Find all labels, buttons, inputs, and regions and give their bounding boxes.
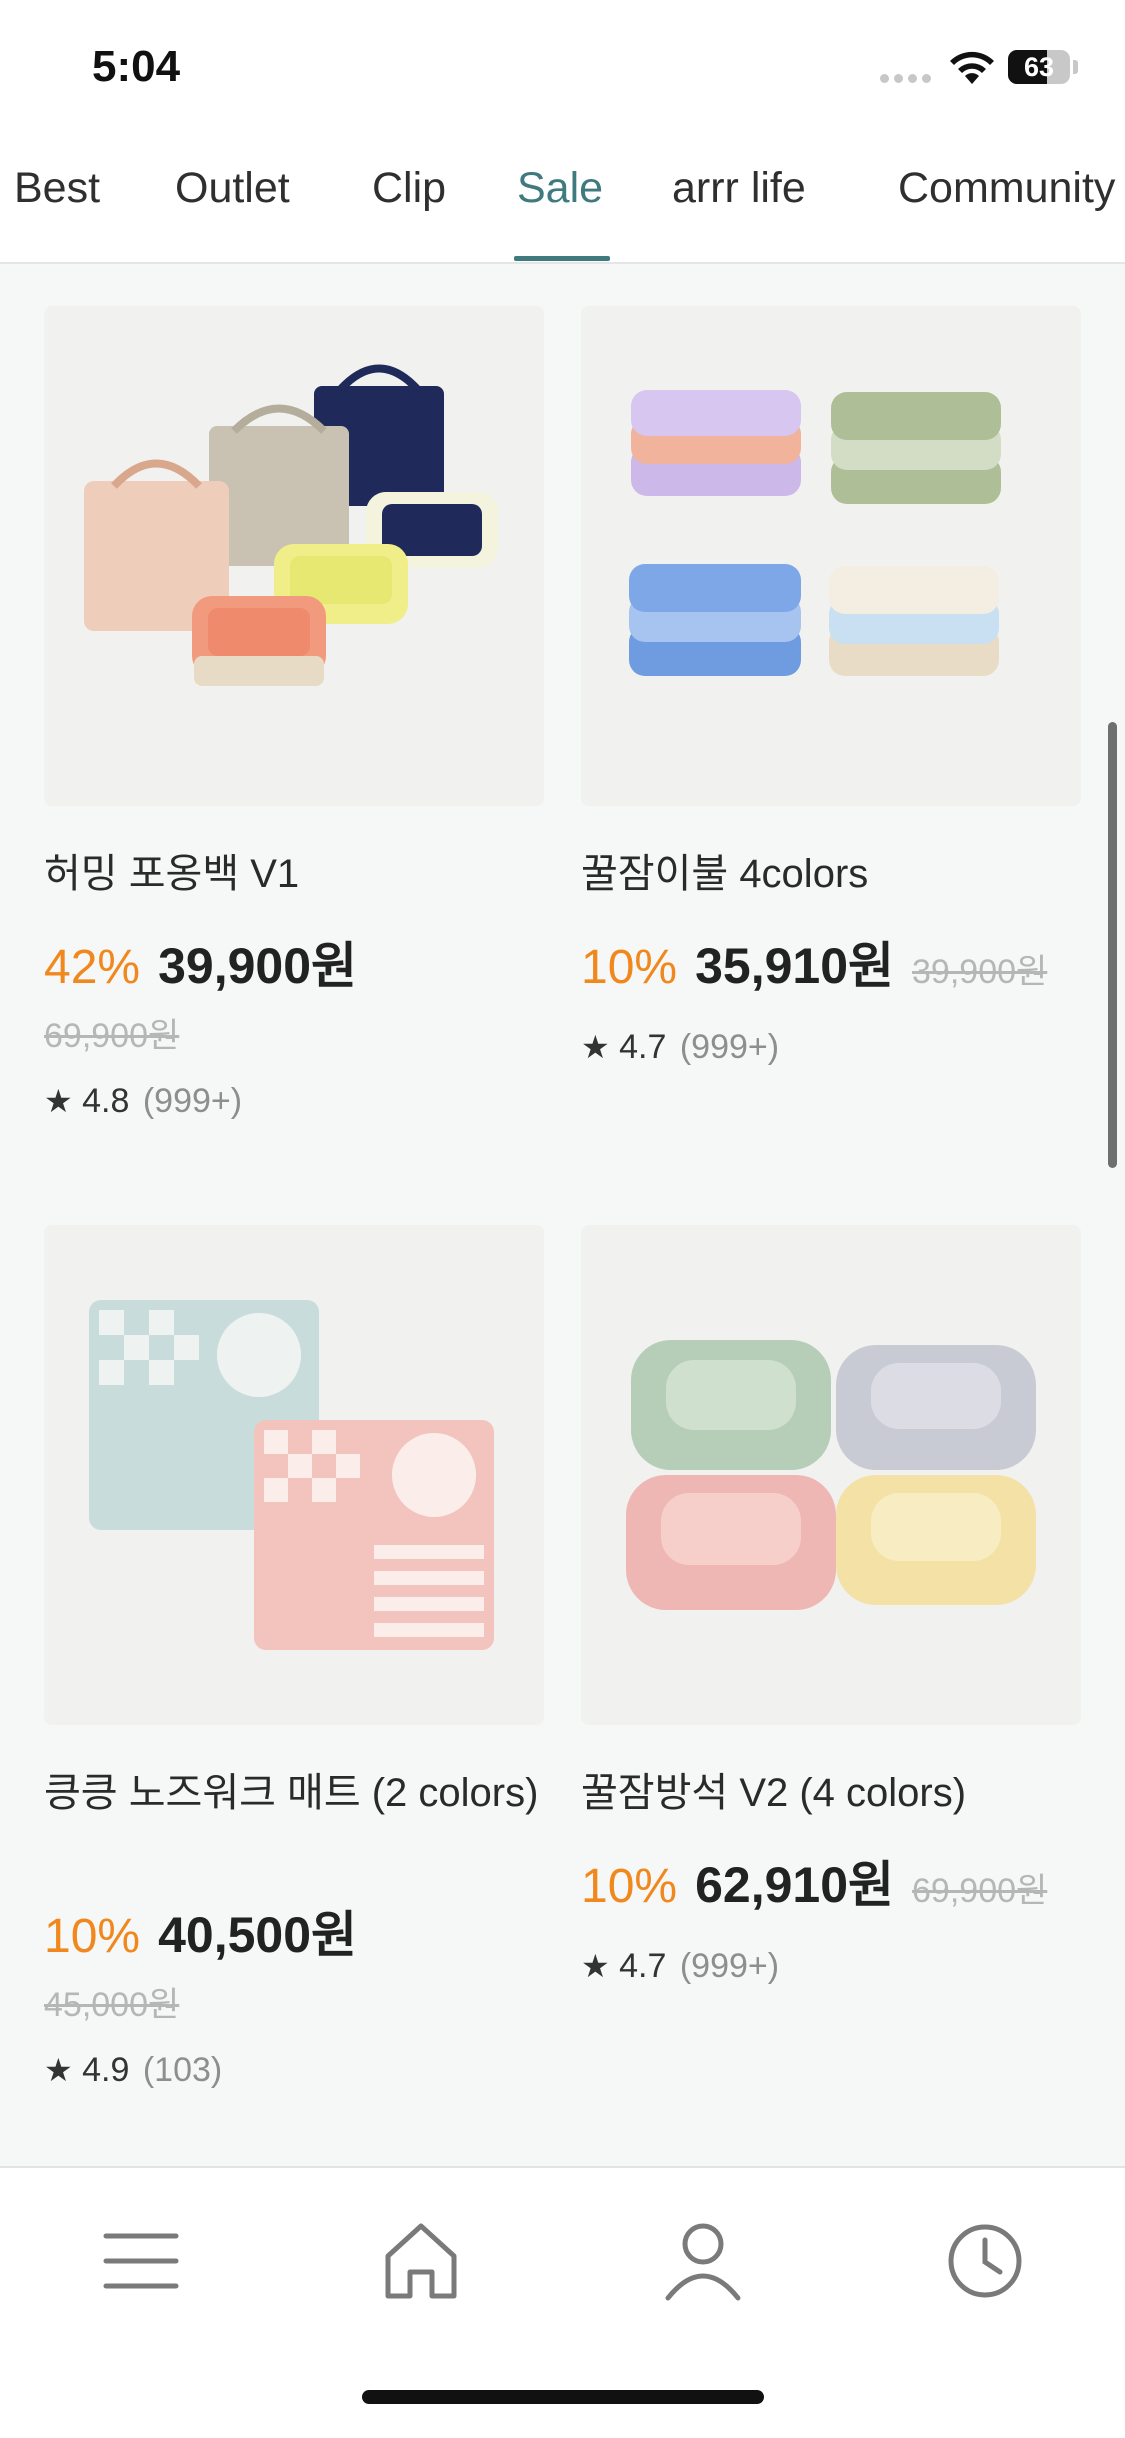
product-name[interactable]: 허밍 포옹백 V1 (44, 848, 564, 900)
status-bar: 5:04 63 (0, 0, 1125, 130)
tab-clip[interactable]: Clip (372, 164, 446, 213)
original-price: 69,900원 (44, 1017, 180, 1055)
sale-price: 35,910원 (695, 938, 895, 994)
menu-icon[interactable] (96, 2216, 186, 2306)
star-icon: ★ (581, 1029, 610, 1065)
discount-rate: 10% (44, 1910, 141, 1963)
review-count: (999+) (142, 1082, 243, 1120)
rating-value: 4.8 (82, 1082, 130, 1120)
sale-price: 39,900원 (158, 938, 358, 994)
history-clock-icon[interactable] (940, 2216, 1030, 2306)
product-card[interactable]: 허밍 포옹백 V1 42% 39,900원 69,900원 ★ 4.8 (999+… (44, 306, 544, 1126)
star-icon: ★ (581, 1948, 610, 1984)
tab-arrr-life[interactable]: arrr life (672, 164, 806, 213)
battery-icon: 63 (1008, 50, 1070, 84)
tab-outlet[interactable]: Outlet (175, 164, 290, 213)
rating-value: 4.7 (619, 1947, 667, 1985)
cellular-signal-icon (880, 74, 932, 84)
home-indicator[interactable] (362, 2390, 764, 2404)
product-image[interactable] (581, 1225, 1081, 1725)
product-name[interactable]: 꿀잠이불 4colors (581, 848, 1101, 900)
review-count: (999+) (679, 1947, 780, 1985)
product-card[interactable]: 킁킁 노즈워크 매트 (2 colors) 10% 40,500원 45,000원… (44, 1225, 544, 2105)
rating-value: 4.9 (82, 2051, 130, 2089)
battery-tip (1073, 60, 1078, 74)
bottom-navigation (0, 2166, 1125, 2438)
original-price: 45,000원 (44, 1986, 180, 2024)
scrollbar[interactable] (1108, 722, 1117, 1168)
discount-rate: 42% (44, 941, 141, 994)
status-time: 5:04 (92, 42, 181, 91)
product-image[interactable] (44, 1225, 544, 1725)
sale-price: 62,910원 (695, 1857, 895, 1913)
product-name[interactable]: 꿀잠방석 V2 (4 colors) (581, 1767, 1101, 1819)
home-icon[interactable] (376, 2216, 466, 2306)
tab-best[interactable]: Best (14, 164, 100, 213)
active-tab-indicator (514, 256, 610, 261)
original-price: 39,900원 (912, 953, 1048, 991)
product-card[interactable]: 꿀잠이불 4colors 10% 35,910원 39,900원 ★ 4.7 (99… (581, 306, 1081, 1086)
product-card[interactable]: 꿀잠방석 V2 (4 colors) 10% 62,910원 69,900원 ★ 4… (581, 1225, 1081, 2005)
discount-rate: 10% (581, 941, 678, 994)
rating-value: 4.7 (619, 1028, 667, 1066)
star-icon: ★ (44, 2052, 73, 2088)
sale-price: 40,500원 (158, 1907, 358, 1963)
tab-community[interactable]: Community (898, 164, 1115, 213)
review-count: (103) (142, 2051, 223, 2089)
tab-sale[interactable]: Sale (517, 164, 603, 213)
profile-icon[interactable] (658, 2216, 748, 2306)
product-name[interactable]: 킁킁 노즈워크 매트 (2 colors) (44, 1767, 564, 1819)
battery-level-text: 63 (1023, 52, 1055, 82)
star-icon: ★ (44, 1083, 73, 1119)
discount-rate: 10% (581, 1860, 678, 1913)
product-image[interactable] (44, 306, 544, 806)
wifi-icon (950, 51, 994, 84)
category-tabs: Best Outlet Clip Sale arrr life Communit… (0, 130, 1125, 264)
product-image[interactable] (581, 306, 1081, 806)
review-count: (999+) (679, 1028, 780, 1066)
original-price: 69,900원 (912, 1872, 1048, 1910)
